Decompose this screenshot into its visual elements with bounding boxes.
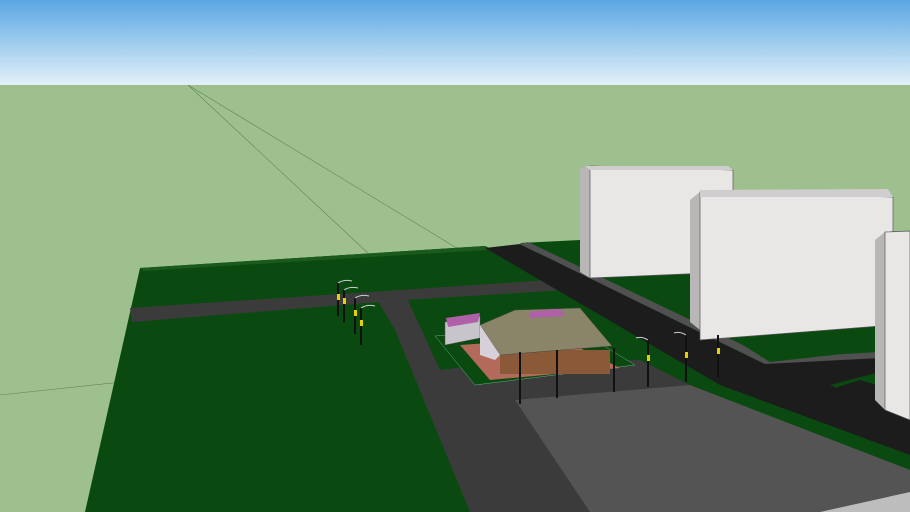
sky xyxy=(0,0,910,85)
scene-canvas[interactable] xyxy=(0,0,910,512)
3d-viewport[interactable] xyxy=(0,0,910,512)
building-3[interactable] xyxy=(875,230,910,421)
building-2[interactable] xyxy=(690,189,894,341)
